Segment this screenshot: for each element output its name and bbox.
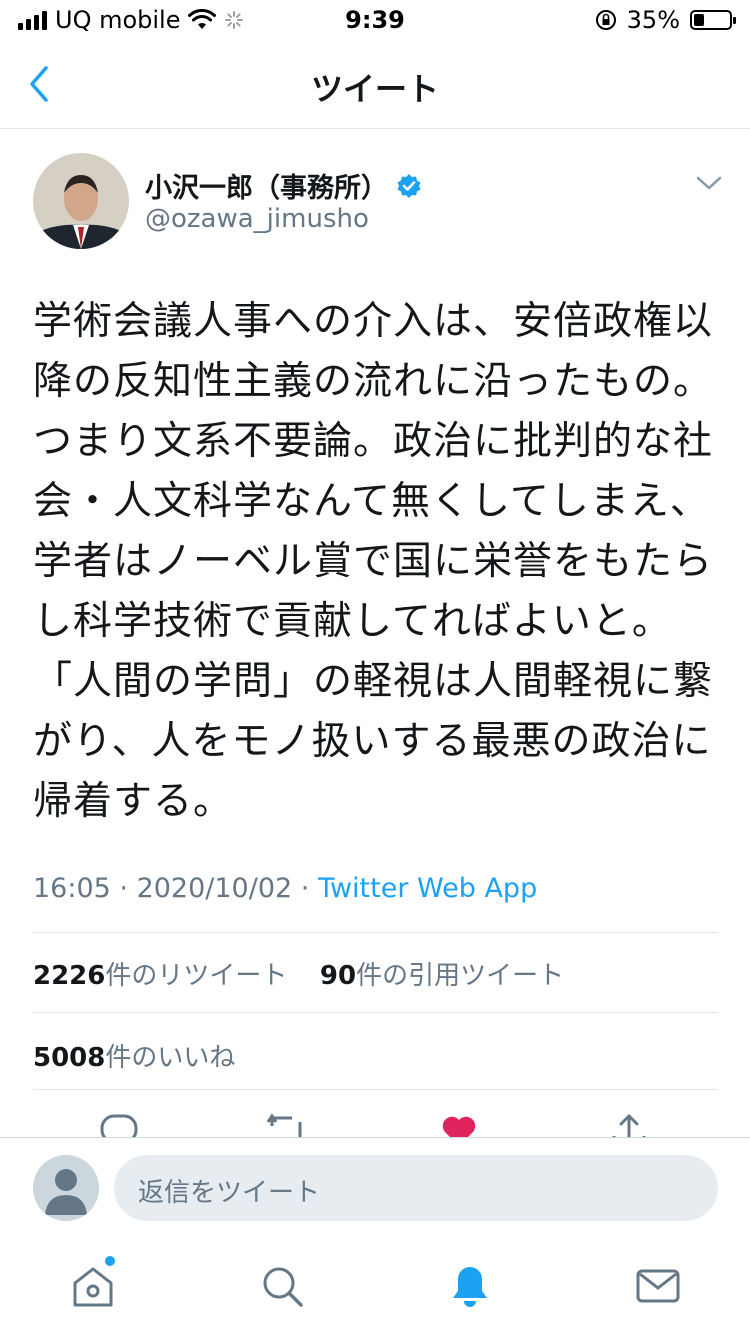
tweet-meta: 16:05 · 2020/10/02 · Twitter Web App: [33, 873, 538, 904]
tweet-date: 2020/10/02: [136, 873, 293, 904]
search-icon: [263, 1267, 303, 1307]
like-stats: 5008件のいいね: [33, 1037, 235, 1074]
verified-badge-icon: [397, 173, 421, 198]
retweet-stats: 2226件のリツイート 90件の引用ツイート: [33, 955, 564, 992]
home-new-indicator: [105, 1256, 115, 1266]
tweet-text: 学術会議人事への介入は、安倍政権以 降の反知性主義の流れに沿ったもの。 つまり文…: [33, 299, 714, 824]
reply-bar: 返信をツイート: [0, 1137, 750, 1240]
status-bar: UQ mobile 9:39 35%: [0, 0, 750, 40]
like-heart-icon[interactable]: [440, 1112, 478, 1138]
author-name-text: 小沢一郎（事務所）: [145, 173, 388, 204]
user-avatar[interactable]: [33, 1155, 99, 1221]
retweets-count: 2226: [33, 961, 106, 991]
chevron-down-icon: [696, 176, 722, 190]
nav-bar: ツイート: [0, 40, 750, 129]
reply-icon[interactable]: [100, 1112, 138, 1138]
quotes-link[interactable]: 90件の引用ツイート: [320, 961, 564, 991]
tab-home[interactable]: [68, 1261, 118, 1311]
messages-icon: [636, 1269, 680, 1303]
author-handle[interactable]: @ozawa_jimusho: [145, 204, 369, 234]
battery-percent: 35%: [626, 6, 680, 34]
tab-search[interactable]: [257, 1261, 307, 1311]
tweet-actions: [0, 1100, 750, 1138]
divider: [33, 932, 718, 933]
tweet-source-link[interactable]: Twitter Web App: [318, 873, 537, 904]
divider: [33, 1089, 718, 1090]
likes-link[interactable]: 5008件のいいね: [33, 1043, 235, 1073]
status-right: 35%: [595, 6, 736, 34]
likes-label: 件のいいね: [105, 1043, 236, 1073]
quotes-count: 90: [319, 961, 357, 991]
reply-input[interactable]: 返信をツイート: [114, 1155, 718, 1221]
author-name[interactable]: 小沢一郎（事務所）: [145, 166, 422, 205]
page-title: ツイート: [310, 70, 439, 108]
retweets-link[interactable]: 2226件のリツイート: [33, 961, 287, 991]
orientation-lock-icon: [595, 10, 616, 30]
divider: [33, 1012, 718, 1013]
reply-placeholder: 返信をツイート: [138, 1178, 321, 1208]
share-icon[interactable]: [610, 1112, 648, 1138]
quotes-label: 件の引用ツイート: [356, 961, 565, 991]
tab-messages[interactable]: [633, 1261, 683, 1311]
tab-notifications[interactable]: [445, 1261, 495, 1311]
tweet-time: 16:05: [33, 873, 111, 904]
retweet-icon[interactable]: [266, 1112, 306, 1138]
retweets-label: 件のリツイート: [105, 961, 288, 991]
more-options-button[interactable]: [694, 172, 724, 194]
default-avatar-icon: [45, 1169, 87, 1215]
tab-bar: [0, 1239, 750, 1334]
battery-icon: [690, 10, 736, 30]
likes-count: 5008: [33, 1043, 106, 1073]
author-avatar[interactable]: [33, 153, 129, 249]
home-icon: [73, 1267, 113, 1307]
notifications-icon: [453, 1267, 487, 1307]
